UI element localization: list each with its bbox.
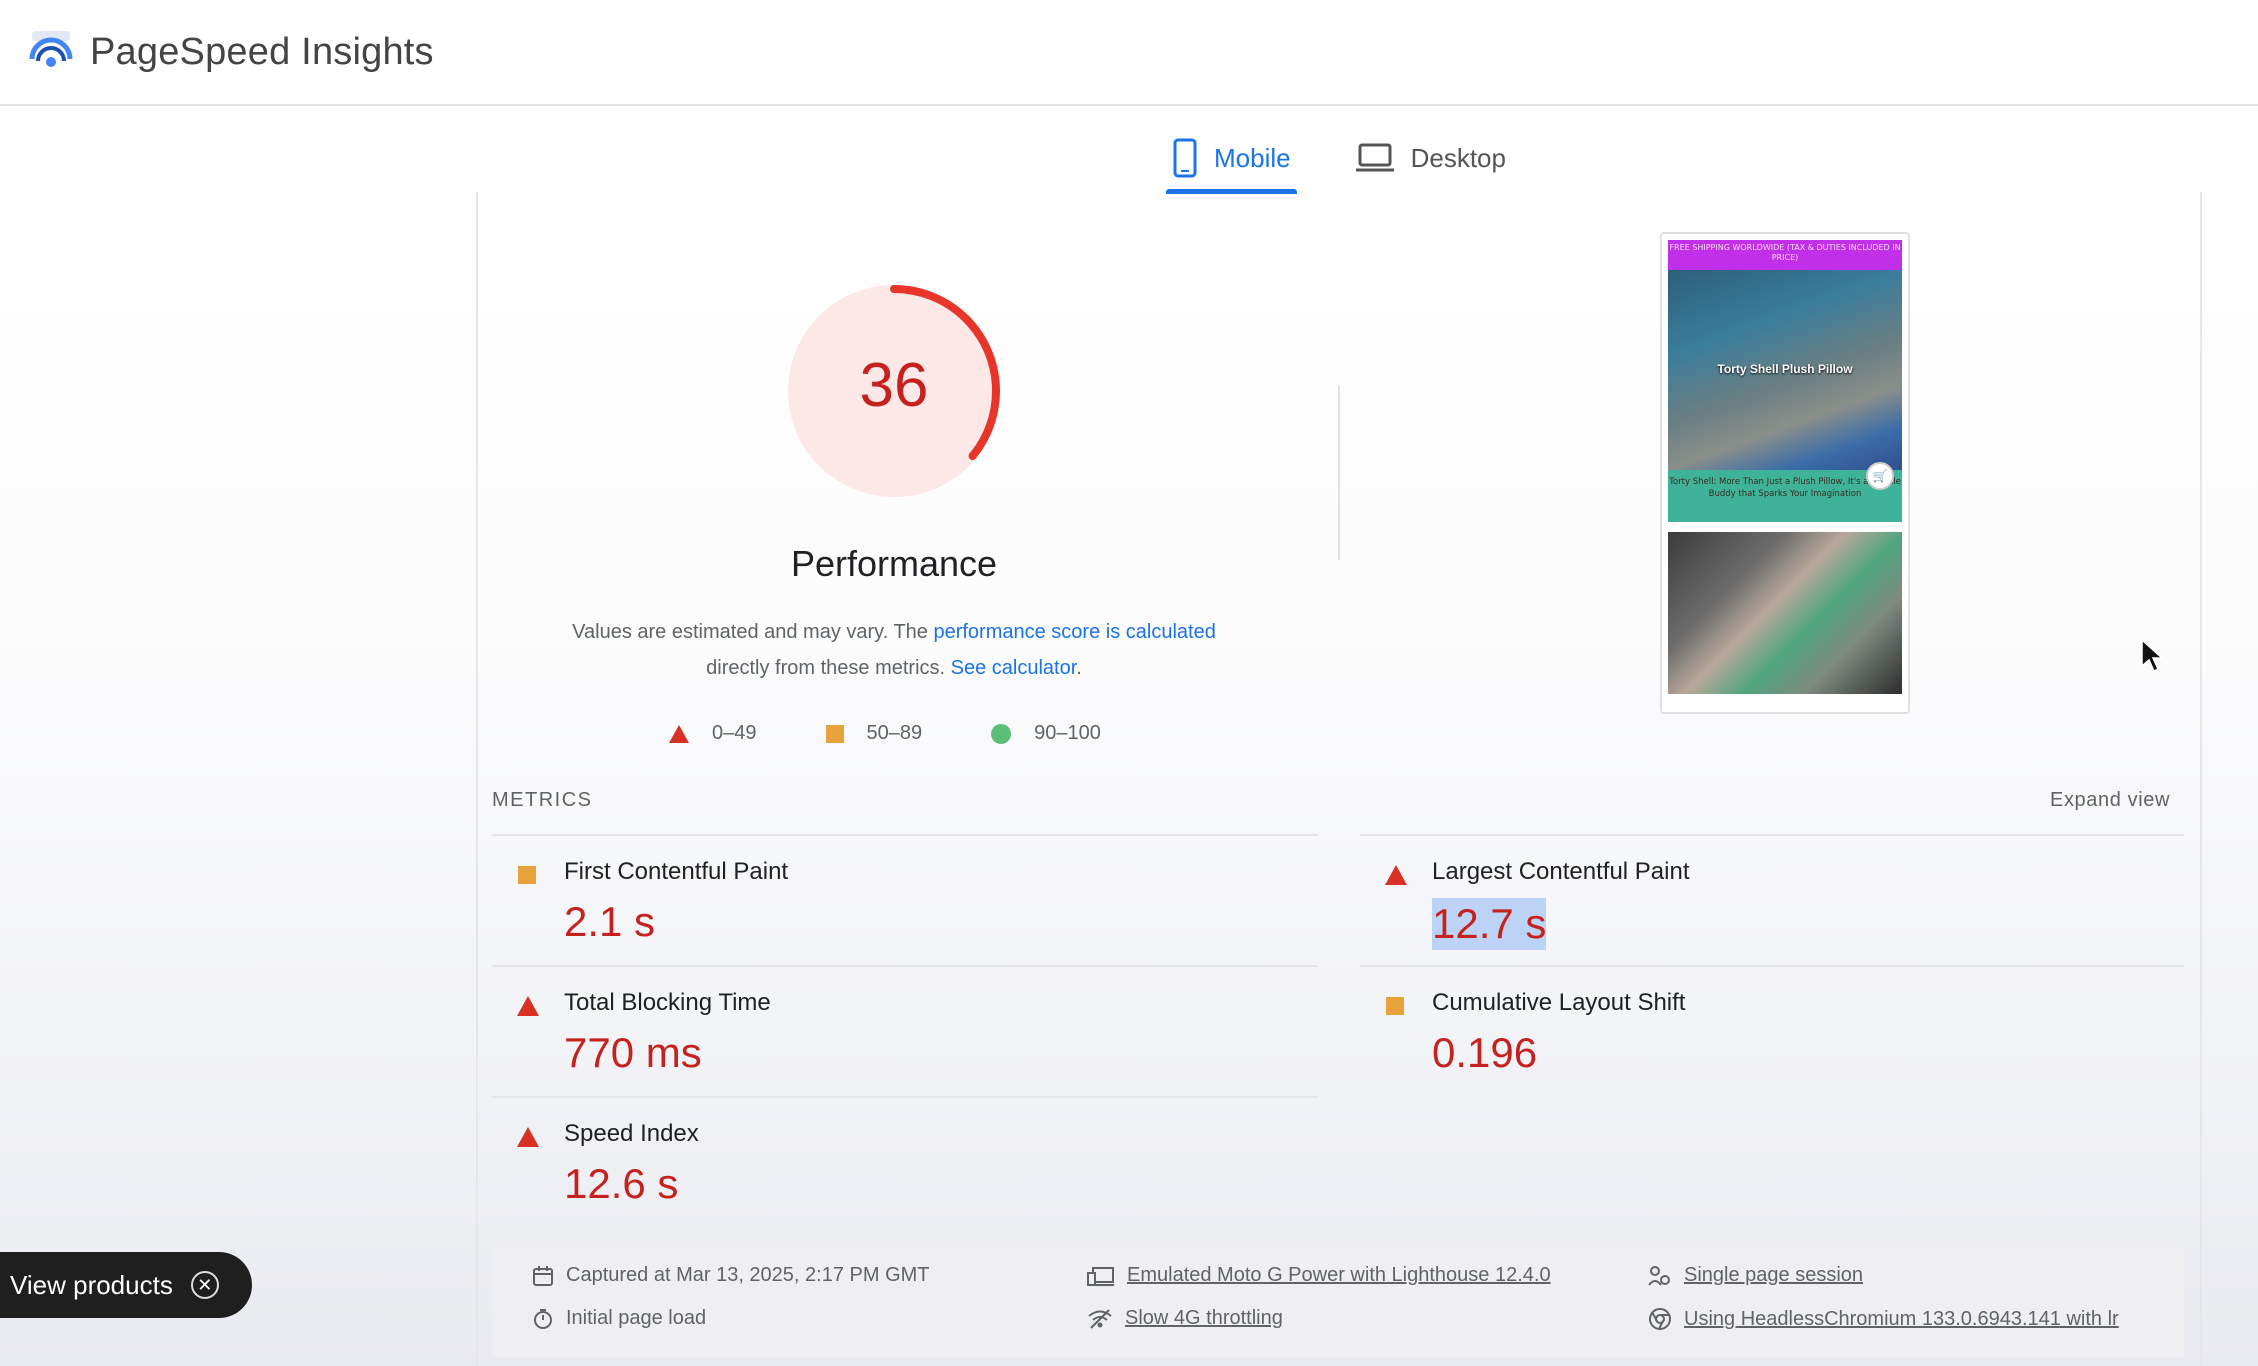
devices-icon — [1087, 1266, 1114, 1286]
captured-at: Captured at Mar 13, 2025, 2:17 PM GMT — [532, 1264, 930, 1287]
mouse-cursor-icon — [2141, 638, 2164, 673]
performance-score: 36 — [859, 351, 929, 420]
top-header: PageSpeed Insights — [0, 0, 2258, 106]
triangle-icon — [669, 724, 689, 743]
tab-desktop[interactable]: Desktop — [1343, 122, 1518, 194]
thumbnail-hero-title: Torty Shell Plush Pillow — [1717, 362, 1853, 376]
desc-text-3: . — [1076, 657, 1082, 679]
triangle-icon — [517, 1127, 539, 1147]
brand-title[interactable]: PageSpeed Insights — [90, 31, 434, 74]
legend-pass: 90–100 — [990, 722, 1101, 745]
metric-value: 12.6 s — [564, 1160, 679, 1207]
square-icon — [1386, 997, 1404, 1015]
divider — [492, 834, 1318, 836]
expand-view-button[interactable]: Expand view — [1980, 789, 2170, 812]
triangle-icon — [1385, 865, 1407, 885]
captured-text: Captured at Mar 13, 2025, 2:17 PM GMT — [566, 1264, 930, 1286]
legend-fail: 0–49 — [668, 722, 757, 745]
throttling-link[interactable]: Slow 4G throttling — [1125, 1307, 1283, 1330]
thumbnail-banner: FREE SHIPPING WORLDWIDE (TAX & DUTIES IN… — [1668, 240, 1902, 270]
score-legend: 0–49 50–89 90–100 — [668, 722, 1169, 745]
legend-fail-label: 0–49 — [712, 722, 757, 744]
network-throttling: Slow 4G throttling — [1087, 1307, 1283, 1330]
browser-version: Using HeadlessChromium 133.0.6943.141 wi… — [1648, 1307, 2119, 1331]
triangle-icon — [517, 996, 539, 1016]
square-icon — [825, 724, 844, 743]
metric-name: Largest Contentful Paint — [1432, 858, 1690, 885]
legend-pass-label: 90–100 — [1034, 722, 1101, 744]
divider — [1360, 834, 2184, 836]
desc-text-2: directly from these metrics. — [706, 657, 951, 679]
thumbnail-content: FREE SHIPPING WORLDWIDE (TAX & DUTIES IN… — [1668, 240, 1902, 706]
desc-text-1: Values are estimated and may vary. The — [572, 621, 934, 643]
device-tabs: Mobile Desktop — [1160, 122, 1518, 194]
initial-page-load: Initial page load — [532, 1307, 706, 1330]
tab-mobile-label: Mobile — [1214, 142, 1291, 173]
view-products-label: View products — [10, 1269, 173, 1300]
emulated-device-link[interactable]: Emulated Moto G Power with Lighthouse 12… — [1127, 1264, 1551, 1287]
metric-value: 770 ms — [564, 1029, 702, 1076]
legend-average: 50–89 — [825, 722, 923, 745]
single-page-session: Single page session — [1648, 1264, 1863, 1287]
metric-name: Speed Index — [564, 1120, 699, 1147]
metric-name: Total Blocking Time — [564, 989, 771, 1016]
runtime-settings: Captured at Mar 13, 2025, 2:17 PM GMT In… — [492, 1244, 2184, 1358]
divider — [1360, 965, 2184, 967]
view-products-button[interactable]: View products ✕ — [0, 1252, 252, 1318]
score-calculated-link[interactable]: performance score is calculated — [933, 621, 1215, 643]
metric-value: 0.196 — [1432, 1029, 1538, 1076]
calendar-icon — [533, 1265, 553, 1286]
legend-average-label: 50–89 — [866, 722, 923, 744]
vertical-divider — [1338, 385, 1340, 560]
divider — [492, 965, 1318, 967]
tab-desktop-label: Desktop — [1410, 142, 1506, 173]
performance-description: Values are estimated and may vary. The p… — [520, 614, 1268, 686]
timer-icon — [534, 1308, 552, 1329]
divider — [492, 1096, 1318, 1098]
browser-link[interactable]: Using HeadlessChromium 133.0.6943.141 wi… — [1684, 1308, 2119, 1331]
see-calculator-link[interactable]: See calculator — [951, 657, 1077, 679]
initial-load-text: Initial page load — [566, 1307, 707, 1329]
phone-icon — [1173, 138, 1197, 178]
signal-icon — [1088, 1308, 1112, 1329]
metric-value: 2.1 s — [564, 898, 656, 945]
square-icon — [518, 866, 536, 884]
pagespeed-logo-icon[interactable] — [28, 29, 74, 75]
session-icon — [1648, 1265, 1670, 1286]
metric-value: 12.7 s — [1432, 898, 1547, 950]
metrics-section-label: METRICS — [492, 789, 593, 811]
metric-name: First Contentful Paint — [564, 858, 789, 885]
thumbnail-photo — [1668, 532, 1902, 694]
tab-mobile[interactable]: Mobile — [1160, 122, 1303, 194]
performance-title: Performance — [790, 543, 998, 584]
thumbnail-hero-image: Torty Shell Plush Pillow — [1668, 270, 1902, 470]
page-screenshot-thumbnail[interactable]: FREE SHIPPING WORLDWIDE (TAX & DUTIES IN… — [1660, 232, 1910, 714]
circle-icon — [991, 723, 1012, 744]
metric-name: Cumulative Layout Shift — [1432, 989, 1686, 1016]
cart-icon: 🛒 — [1866, 462, 1894, 490]
laptop-icon — [1355, 143, 1394, 172]
close-icon[interactable]: ✕ — [190, 1271, 219, 1299]
report-panel — [476, 192, 2202, 1366]
chrome-icon — [1649, 1308, 1671, 1330]
emulated-device: Emulated Moto G Power with Lighthouse 12… — [1087, 1264, 1551, 1287]
session-link[interactable]: Single page session — [1684, 1264, 1863, 1287]
